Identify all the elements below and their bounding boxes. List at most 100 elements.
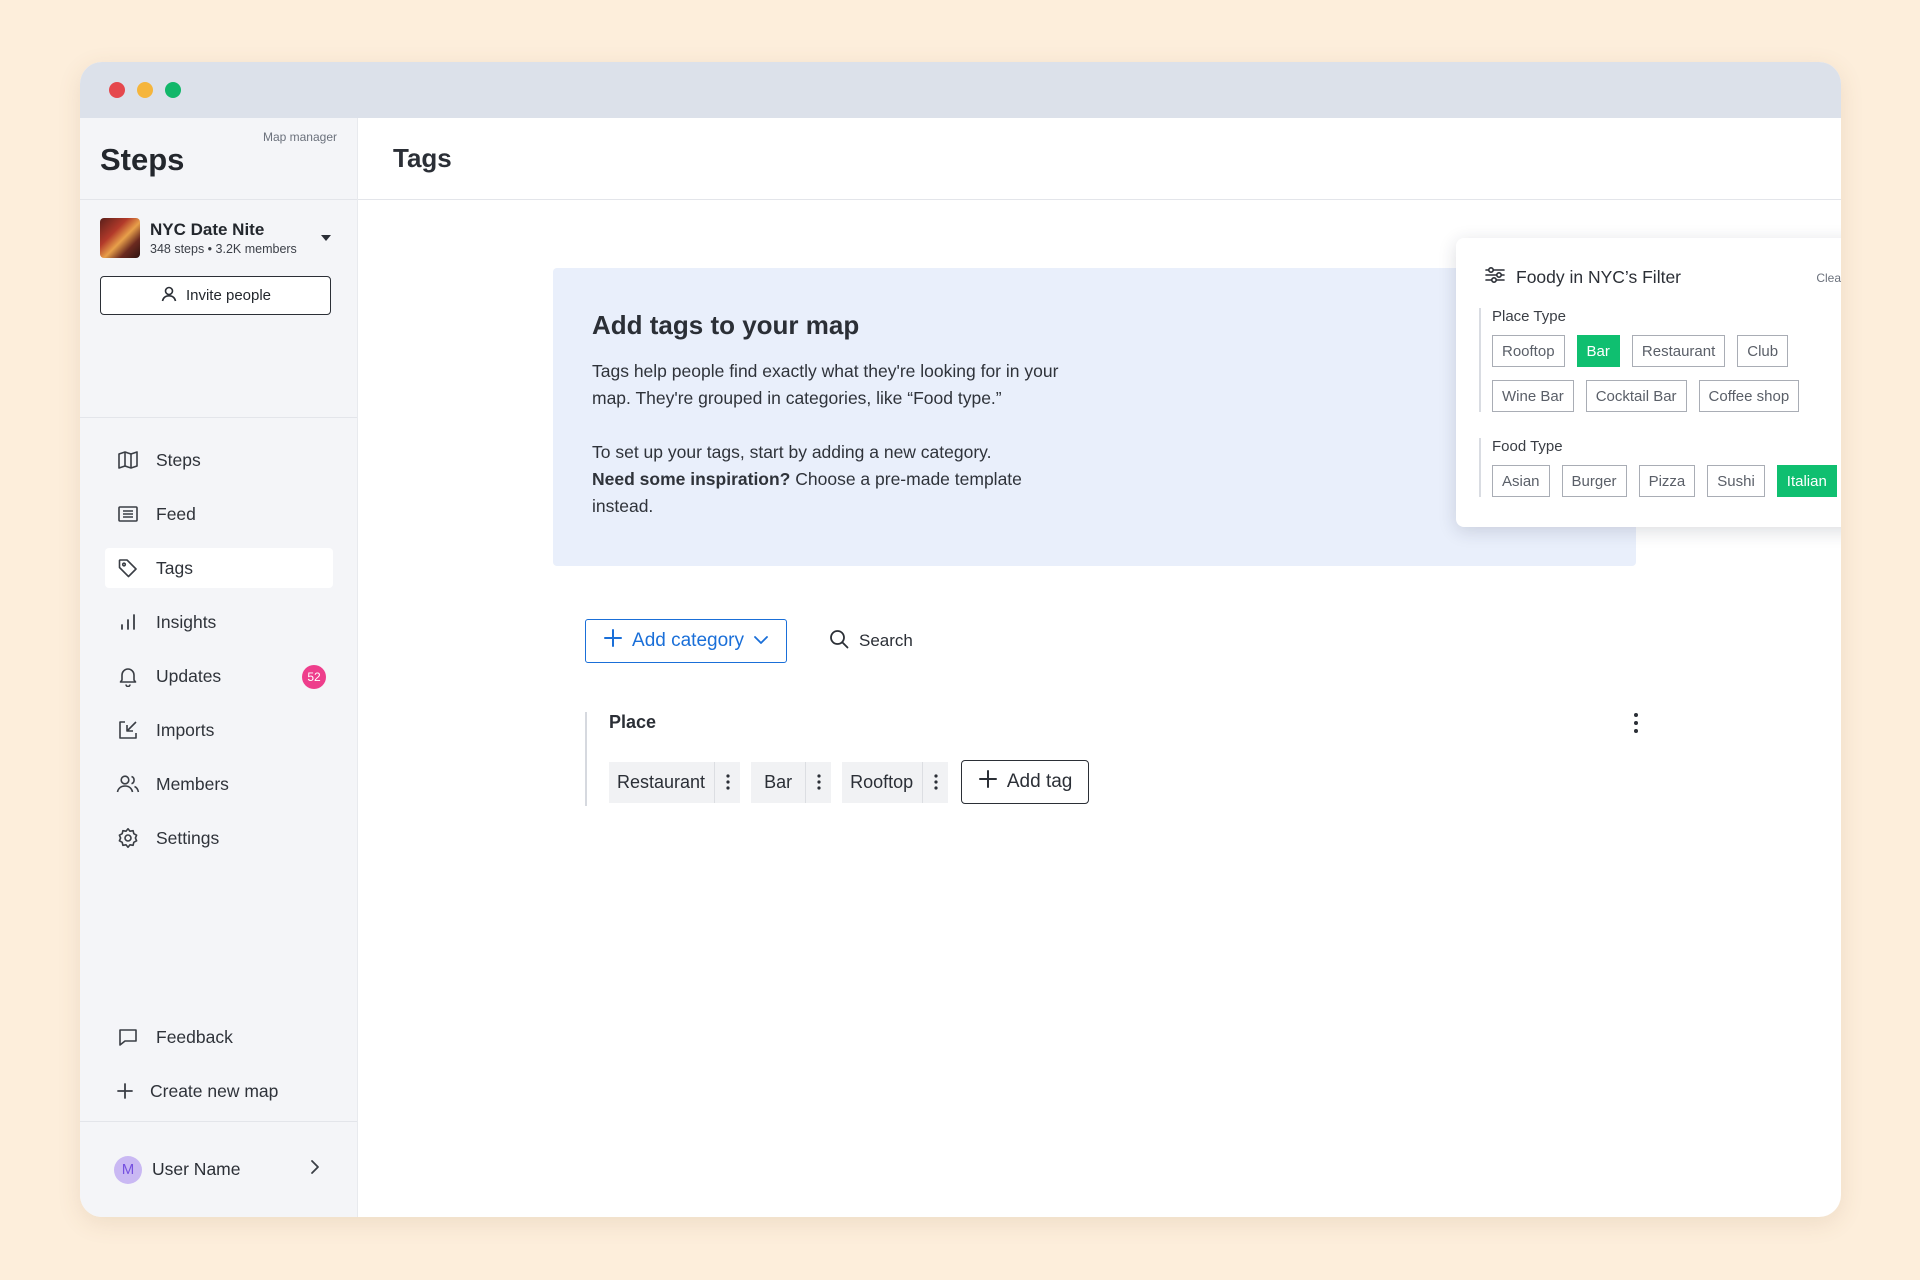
sidebar-item-tags[interactable]: Tags: [105, 548, 333, 588]
sidebar-bottom-links: Feedback Create new map: [105, 1017, 333, 1125]
intro-title: Add tags to your map: [592, 310, 860, 340]
chevron-down-icon: [753, 630, 769, 652]
sidebar-item-label: Feed: [156, 503, 196, 524]
sidebar-item-members[interactable]: Members: [105, 764, 333, 804]
tag-more-icon[interactable]: [922, 761, 948, 803]
filter-preview-card: Foody in NYC’s Filter Clear Place Type R…: [1456, 238, 1841, 527]
map-name: NYC Date Nite: [150, 220, 265, 239]
sidebar-item-label: Members: [156, 773, 229, 794]
bell-icon: [116, 664, 140, 688]
tag-more-icon[interactable]: [805, 761, 831, 803]
filter-chip-burger[interactable]: Burger: [1561, 465, 1627, 497]
clear-filters-button[interactable]: Clear: [1816, 271, 1841, 285]
inspiration-link[interactable]: Need some inspiration?: [592, 469, 790, 489]
tag-label: Restaurant: [617, 771, 706, 792]
filter-group-food-type: Food Type Asian Burger Pizza Sushi Itali…: [1479, 438, 1837, 497]
filter-group-label: Food Type: [1492, 438, 1563, 455]
user-icon: [160, 285, 178, 307]
search-button[interactable]: Search: [829, 629, 913, 654]
user-name: User Name: [152, 1159, 241, 1179]
invite-people-button[interactable]: Invite people: [100, 276, 331, 315]
sidebar-item-label: Steps: [156, 449, 201, 470]
sidebar: Steps Map manager NYC Date Nite 348 step…: [80, 118, 358, 1217]
sidebar-item-steps[interactable]: Steps: [105, 440, 333, 480]
sidebar-item-updates[interactable]: Updates 52: [105, 656, 333, 696]
search-label: Search: [859, 631, 913, 650]
feed-icon: [116, 502, 140, 526]
tag-category-place: Place Restaurant Bar Rooftop Add tag: [585, 712, 1639, 806]
import-icon: [116, 718, 140, 742]
add-category-label: Add category: [632, 630, 744, 651]
sidebar-item-label: Insights: [156, 611, 217, 632]
map-selector[interactable]: NYC Date Nite 348 steps • 3.2K members: [100, 218, 337, 258]
filter-group-label: Place Type: [1492, 308, 1566, 325]
sidebar-item-label: Create new map: [150, 1080, 279, 1101]
map-selector-section: NYC Date Nite 348 steps • 3.2K members I…: [80, 200, 357, 418]
sidebar-item-label: Settings: [156, 827, 220, 848]
sidebar-item-settings[interactable]: Settings: [105, 818, 333, 858]
app-body: Steps Map manager NYC Date Nite 348 step…: [80, 118, 1841, 1217]
map-thumbnail: [100, 218, 140, 258]
brand-title: Steps: [100, 142, 185, 177]
gear-icon: [116, 826, 140, 850]
main-content: Tags Add tags to your map Tags help peop…: [358, 118, 1841, 1217]
filter-chip-sushi[interactable]: Sushi: [1707, 465, 1765, 497]
category-name: Place: [609, 712, 657, 732]
sidebar-nav: Steps Feed Tags Insights Updates 52 Impo…: [80, 418, 357, 858]
search-icon: [829, 629, 849, 654]
chip-row: Wine Bar Cocktail Bar Coffee shop: [1492, 380, 1800, 412]
caret-down-icon[interactable]: [321, 235, 331, 241]
members-icon: [116, 772, 140, 796]
filter-chip-coffee-shop[interactable]: Coffee shop: [1698, 380, 1800, 412]
filter-card-title: Foody in NYC’s Filter: [1516, 267, 1682, 287]
user-menu[interactable]: M User Name: [80, 1121, 357, 1217]
filter-chip-wine-bar[interactable]: Wine Bar: [1492, 380, 1574, 412]
filter-chip-bar[interactable]: Bar: [1576, 335, 1620, 367]
filter-group-place-type: Place Type Rooftop Bar Restaurant Club W…: [1479, 308, 1800, 412]
sidebar-item-feed[interactable]: Feed: [105, 494, 333, 534]
filter-chip-italian[interactable]: Italian: [1776, 465, 1837, 497]
sidebar-item-imports[interactable]: Imports: [105, 710, 333, 750]
filter-card-header: Foody in NYC’s Filter: [1484, 265, 1681, 290]
filter-chip-cocktail-bar[interactable]: Cocktail Bar: [1585, 380, 1687, 412]
sidebar-item-insights[interactable]: Insights: [105, 602, 333, 642]
sidebar-item-label: Tags: [156, 557, 193, 578]
filter-chip-restaurant[interactable]: Restaurant: [1631, 335, 1726, 367]
add-category-button[interactable]: Add category: [585, 619, 787, 663]
sidebar-item-feedback[interactable]: Feedback: [105, 1017, 333, 1057]
sliders-icon: [1484, 265, 1506, 290]
app-window: Steps Map manager NYC Date Nite 348 step…: [80, 62, 1841, 1217]
tag-label: Bar: [764, 771, 793, 792]
tag-chip[interactable]: Restaurant: [609, 761, 741, 803]
plus-icon: [603, 628, 623, 654]
filter-chip-club[interactable]: Club: [1737, 335, 1789, 367]
filter-chip-asian[interactable]: Asian: [1492, 465, 1550, 497]
filter-chip-rooftop[interactable]: Rooftop: [1492, 335, 1565, 367]
map-stats: 348 steps • 3.2K members: [150, 242, 297, 256]
sidebar-item-create-map[interactable]: Create new map: [105, 1071, 333, 1111]
intro-paragraph-2: To set up your tags, start by adding a n…: [592, 439, 1072, 520]
category-more-icon[interactable]: [1633, 712, 1639, 739]
tag-more-icon[interactable]: [714, 761, 740, 803]
window-close-button[interactable]: [109, 82, 125, 98]
add-tag-button[interactable]: Add tag: [961, 760, 1090, 804]
window-minimize-button[interactable]: [137, 82, 153, 98]
invite-people-label: Invite people: [185, 287, 272, 304]
map-info: NYC Date Nite 348 steps • 3.2K members: [150, 220, 311, 256]
sidebar-item-label: Updates: [156, 665, 222, 686]
tag-chip[interactable]: Rooftop: [842, 761, 949, 803]
plus-icon: [113, 1079, 137, 1103]
chip-row: Asian Burger Pizza Sushi Italian: [1492, 465, 1837, 497]
user-role-label: Map manager: [262, 130, 337, 144]
plus-icon: [978, 769, 998, 795]
intro-text: Tags help people find exactly what they'…: [592, 358, 1072, 520]
page-title: Tags: [393, 143, 452, 173]
filter-chip-pizza[interactable]: Pizza: [1638, 465, 1696, 497]
intro-setup-text: To set up your tags, start by adding a n…: [592, 442, 992, 462]
window-titlebar: [80, 62, 1841, 118]
chat-icon: [116, 1025, 140, 1049]
sidebar-header: Steps Map manager: [80, 118, 357, 200]
tag-actions-bar: Add category Search: [585, 619, 913, 663]
window-maximize-button[interactable]: [165, 82, 181, 98]
tag-chip[interactable]: Bar: [751, 761, 832, 803]
